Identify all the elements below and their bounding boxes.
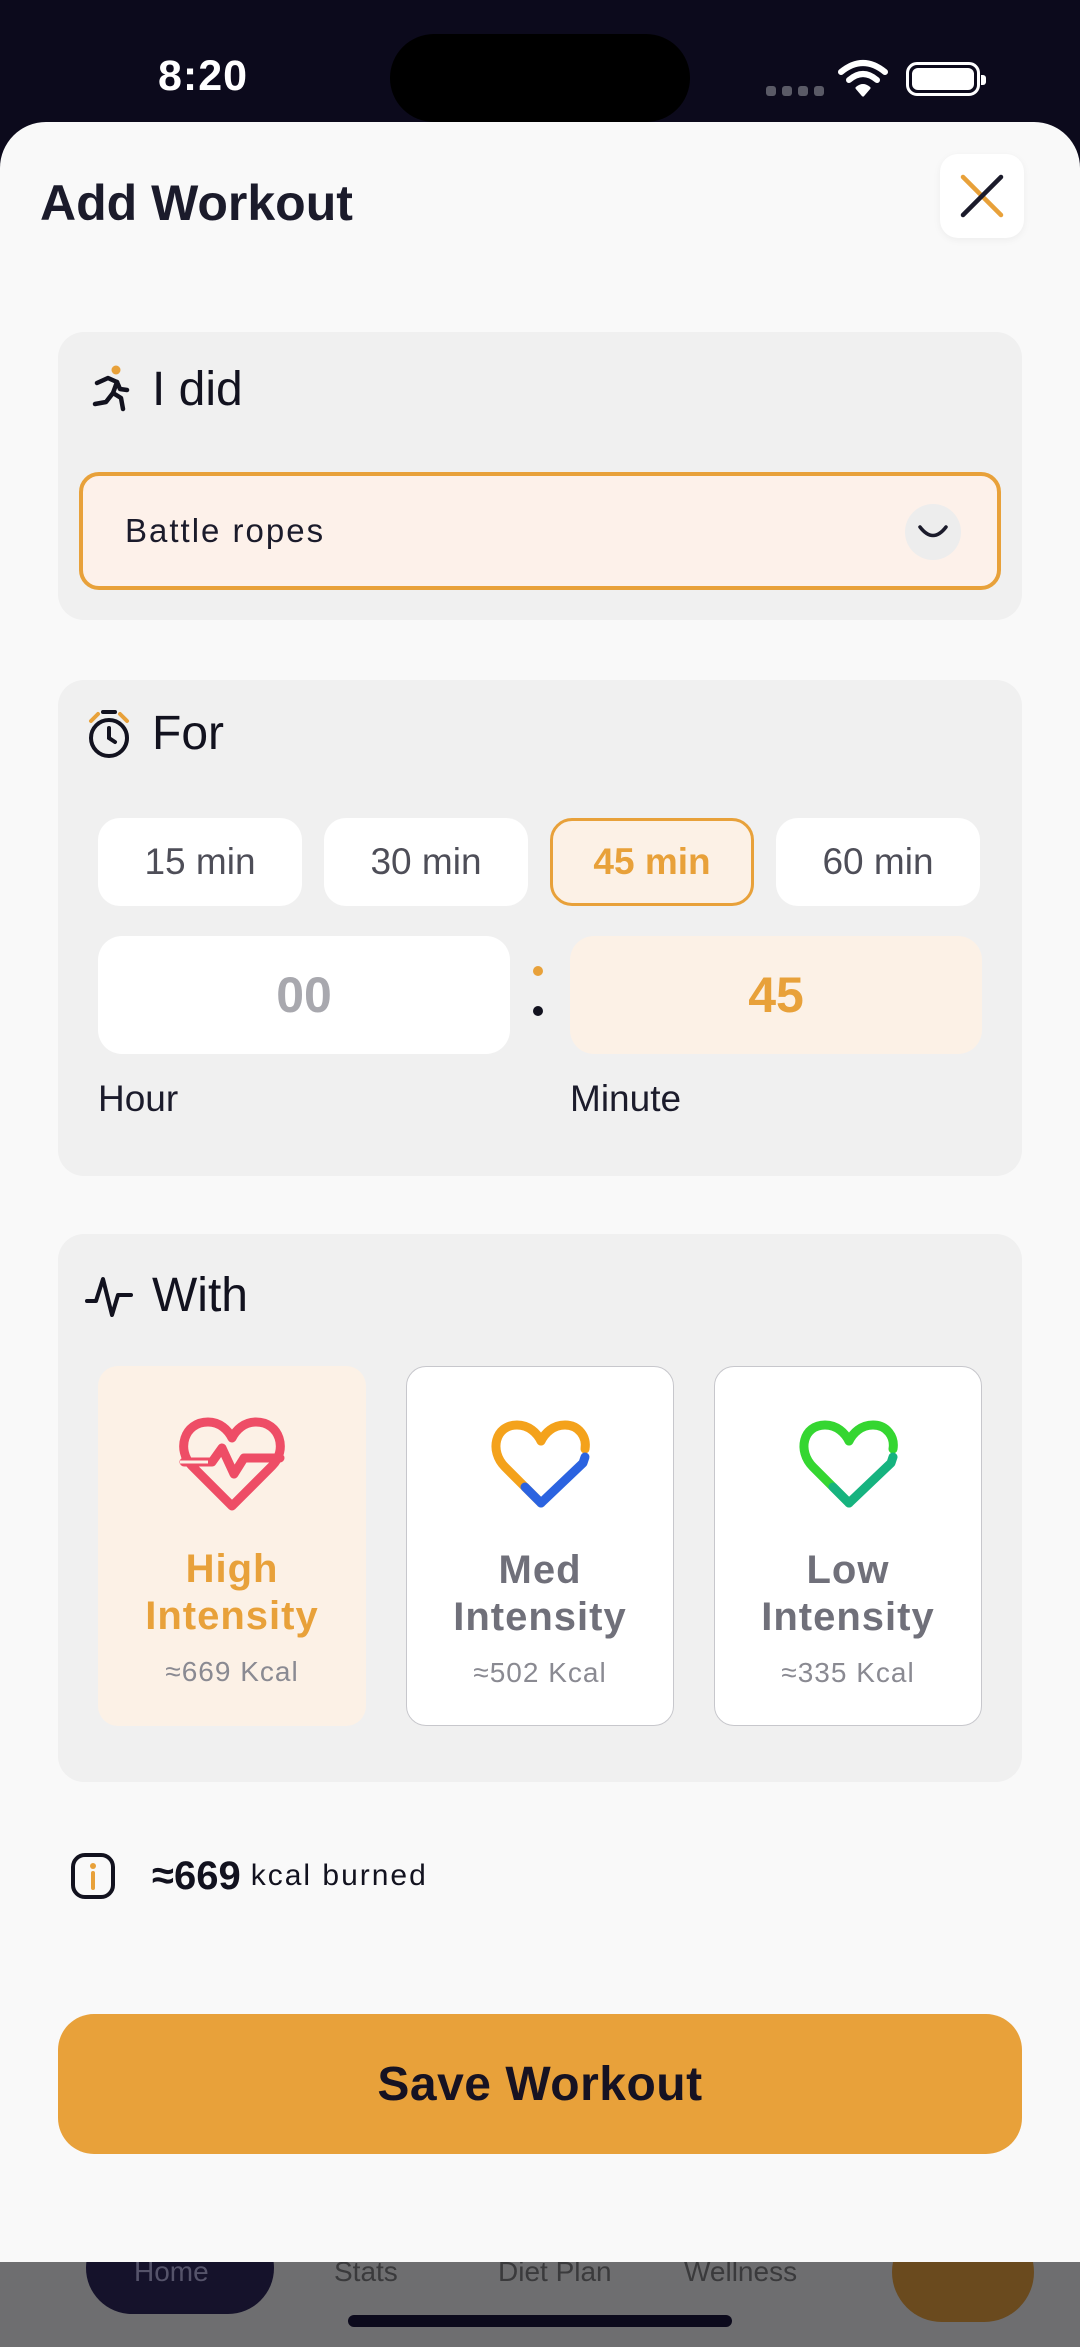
intensity-option-high-kcal: ≈669 Kcal [165, 1656, 299, 1687]
calories-unit: kcal burned [250, 1859, 428, 1892]
intensity-card: With High Intensity ≈669 Kcal Med Intens… [58, 1234, 1022, 1782]
wifi-icon [838, 60, 888, 97]
calories-value: ≈669 [152, 1853, 241, 1898]
background-tab-home: Home [134, 2262, 209, 2287]
heart-pulse-icon [179, 1417, 285, 1511]
hour-label: Hour [98, 1078, 179, 1119]
chevron-down-icon [905, 504, 961, 560]
preset-60-min[interactable]: 60 min [776, 818, 980, 906]
close-button[interactable] [940, 154, 1024, 238]
pulse-icon [84, 1271, 134, 1321]
dynamic-island [390, 34, 690, 122]
intensity-option-med-kcal: ≈502 Kcal [473, 1657, 607, 1688]
background-tab-diet-plan: Diet Plan [498, 2262, 612, 2287]
info-icon [71, 1853, 115, 1899]
status-time: 8:20 [158, 52, 249, 100]
background-tab-bar: Home Stats Diet Plan Wellness [0, 2262, 1080, 2347]
duration-presets: 15 min 30 min 45 min 60 min [98, 818, 980, 906]
intensity-option-med[interactable]: Med Intensity ≈502 Kcal [406, 1366, 674, 1726]
background-fab [892, 2262, 1034, 2322]
home-indicator [348, 2315, 732, 2327]
intensity-option-low-kcal: ≈335 Kcal [781, 1657, 915, 1688]
minute-label: Minute [570, 1078, 682, 1119]
duration-card-header: For [84, 706, 224, 761]
stopwatch-icon [84, 709, 134, 759]
background-tab-wellness: Wellness [684, 2262, 798, 2287]
activity-dropdown[interactable]: Battle ropes [79, 472, 1001, 590]
status-bar: 8:20 [0, 0, 1080, 122]
background-tab-stats: Stats [334, 2262, 398, 2287]
minute-input[interactable]: 45 [570, 936, 982, 1054]
duration-card: For 15 min 30 min 45 min 60 min 00 45 Ho… [58, 680, 1022, 1176]
close-icon [960, 174, 1004, 218]
intensity-option-low-name: Low Intensity [761, 1548, 935, 1639]
intensity-option-low[interactable]: Low Intensity ≈335 Kcal [714, 1366, 982, 1726]
duration-card-label: For [152, 707, 224, 760]
intensity-option-high[interactable]: High Intensity ≈669 Kcal [98, 1366, 366, 1726]
activity-card-header: I did [84, 362, 243, 417]
running-person-icon [84, 365, 134, 415]
heart-icon-low [799, 1420, 898, 1508]
calories-summary: ≈669 kcal burned [70, 1852, 428, 1900]
hour-input[interactable]: 00 [98, 936, 510, 1054]
intensity-option-med-name: Med Intensity [453, 1548, 627, 1639]
intensity-card-label: With [152, 1269, 248, 1322]
intensity-option-high-name: High Intensity [145, 1547, 319, 1638]
intensity-card-header: With [84, 1268, 248, 1323]
save-workout-button[interactable]: Save Workout [58, 2014, 1022, 2154]
activity-card-label: I did [152, 363, 243, 416]
activity-card: I did Battle ropes [58, 332, 1022, 620]
preset-30-min[interactable]: 30 min [324, 818, 528, 906]
battery-icon [906, 62, 986, 96]
time-separator [528, 956, 548, 1036]
cellular-icon [766, 86, 824, 96]
add-workout-sheet: Add Workout I did Battle ropes For 15 mi… [0, 122, 1080, 2262]
preset-45-min[interactable]: 45 min [550, 818, 754, 906]
preset-15-min[interactable]: 15 min [98, 818, 302, 906]
activity-dropdown-value: Battle ropes [125, 512, 326, 549]
sheet-title: Add Workout [40, 175, 353, 231]
heart-icon-med [491, 1420, 590, 1508]
